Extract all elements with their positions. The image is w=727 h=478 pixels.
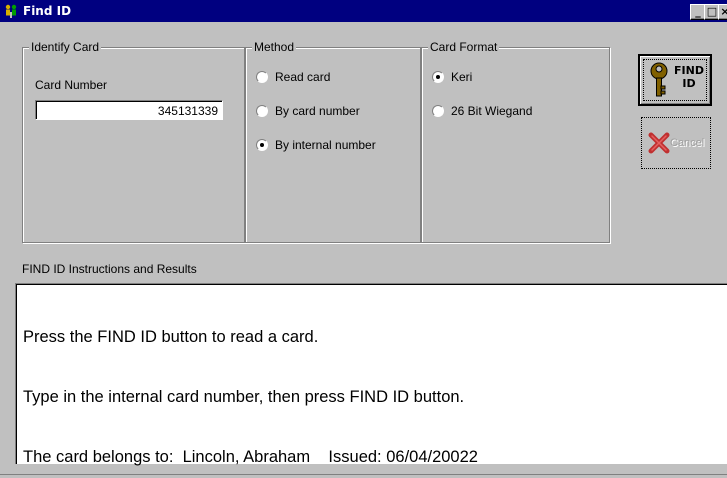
- find-id-window: Find ID _ □ × Identify Card Card Number …: [0, 0, 727, 478]
- find-id-label: FIND ID: [674, 64, 704, 90]
- close-icon: ×: [720, 5, 727, 18]
- find-id-button[interactable]: FIND ID: [638, 54, 712, 106]
- red-x-icon: [648, 132, 670, 154]
- find-id-label-line2: ID: [682, 77, 696, 90]
- minimize-icon: _: [695, 5, 701, 18]
- radio-button-selected-icon: [256, 139, 268, 151]
- cancel-label: Cancel: [670, 137, 705, 149]
- card-format-group: Card Format Keri 26 Bit Wiegand: [421, 40, 610, 243]
- method-legend: Method: [252, 40, 297, 54]
- close-button[interactable]: ×: [718, 4, 727, 20]
- divider: [0, 474, 727, 475]
- maximize-icon: □: [706, 5, 718, 18]
- identify-card-group: Identify Card Card Number 345131339: [22, 40, 245, 243]
- radio-label: Keri: [451, 70, 473, 84]
- radio-button-icon: [256, 71, 268, 83]
- results-textbox[interactable]: Press the FIND ID button to read a card.…: [15, 283, 727, 466]
- radio-button-icon: [432, 105, 444, 117]
- radio-button-selected-icon: [432, 71, 444, 83]
- card-number-label: Card Number: [35, 78, 108, 92]
- find-id-label-line1: FIND: [674, 64, 704, 77]
- radio-label: Read card: [275, 70, 331, 84]
- window-title: Find ID: [23, 4, 72, 18]
- card-format-legend: Card Format: [428, 40, 500, 54]
- method-group: Method Read card By card number By inter…: [245, 40, 421, 243]
- radio-button-icon: [256, 105, 268, 117]
- radio-label: By internal number: [275, 138, 376, 152]
- key-people-icon: [3, 3, 19, 19]
- results-label: FIND ID Instructions and Results: [22, 262, 197, 276]
- cancel-button[interactable]: Cancel: [641, 117, 711, 169]
- radio-label: 26 Bit Wiegand: [451, 104, 533, 118]
- result-line: Type in the internal card number, then p…: [23, 388, 465, 406]
- radio-label: By card number: [275, 104, 360, 118]
- identify-card-legend: Identify Card: [29, 40, 102, 54]
- result-line: Press the FIND ID button to read a card.: [23, 328, 319, 346]
- card-number-input[interactable]: 345131339: [35, 100, 223, 120]
- key-icon: [650, 62, 668, 97]
- result-line: The card belongs to: Lincoln, Abraham Is…: [23, 448, 478, 466]
- title-bar[interactable]: Find ID _ □ ×: [0, 0, 727, 22]
